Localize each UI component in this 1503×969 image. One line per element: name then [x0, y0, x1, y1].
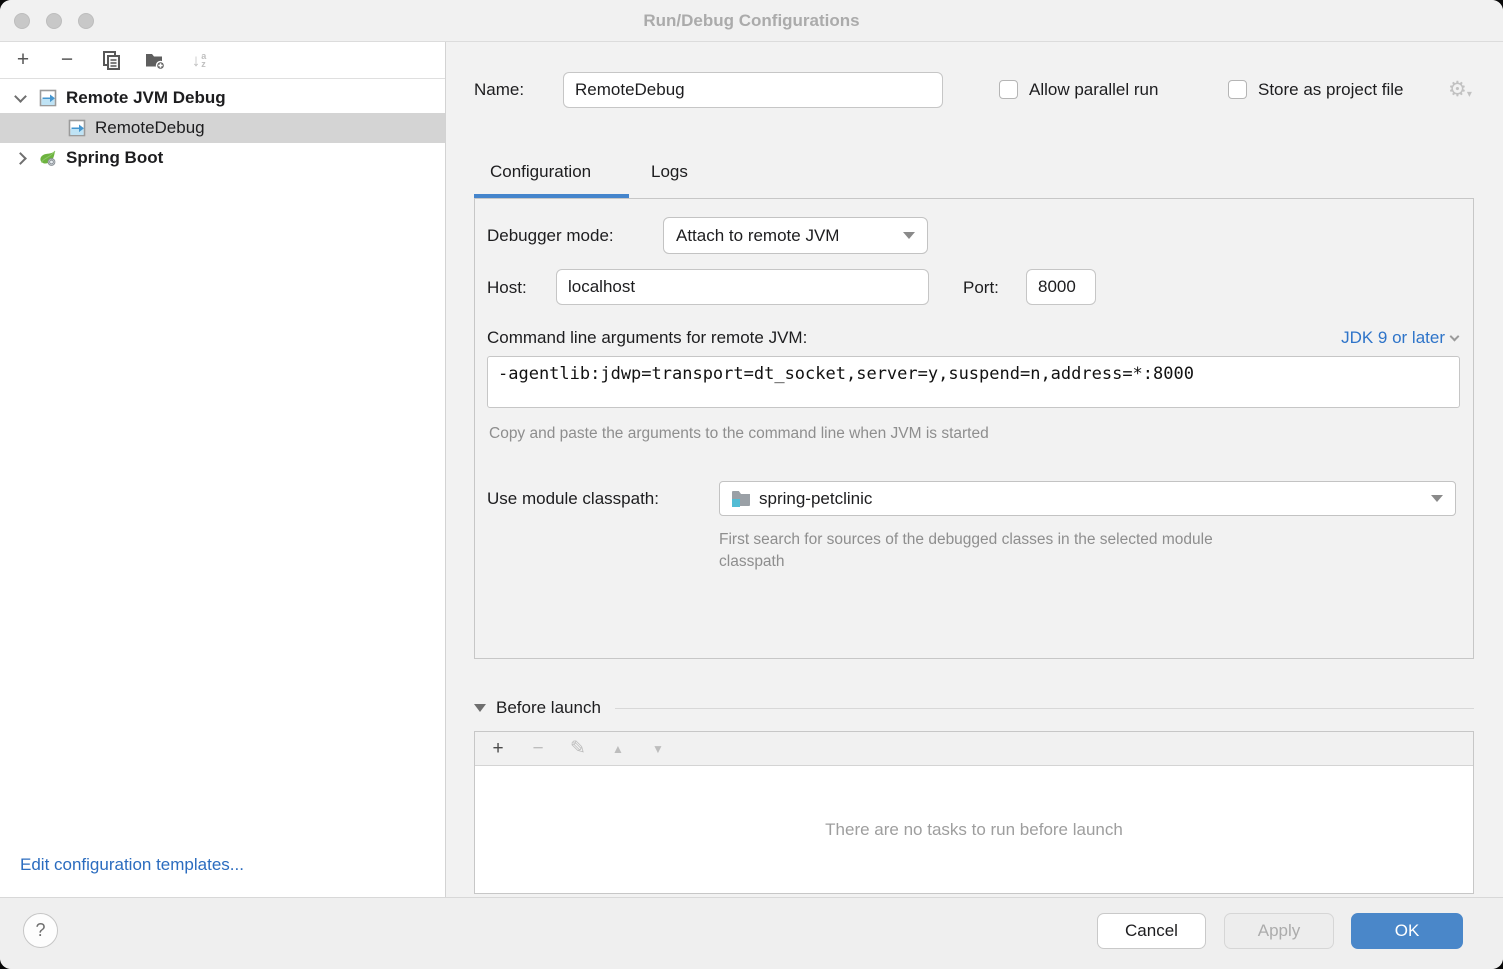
port-label: Port: [963, 278, 999, 298]
tree-item-remotedebug[interactable]: RemoteDebug [0, 113, 445, 143]
name-input[interactable] [563, 72, 943, 108]
edit-task-button[interactable]: ✎ [567, 737, 589, 760]
tree-item-label: Remote JVM Debug [66, 88, 226, 108]
title-bar: Run/Debug Configurations [0, 0, 1503, 42]
window-controls [14, 13, 94, 29]
tree-item-remote-jvm-debug[interactable]: Remote JVM Debug [0, 83, 445, 113]
plus-icon: + [492, 738, 503, 759]
store-as-project-file-label: Store as project file [1258, 80, 1404, 100]
debugger-mode-value: Attach to remote JVM [676, 226, 839, 246]
section-divider [615, 708, 1474, 709]
tree-item-label: Spring Boot [66, 148, 163, 168]
allow-parallel-run-checkbox[interactable] [999, 80, 1018, 99]
sort-alphabetically-icon: ↓ az [192, 52, 207, 69]
configurations-tree: Remote JVM Debug RemoteDebug Spring Boot [0, 79, 445, 173]
configurations-sidebar: + − ↓ az Remote JVM Debug [0, 42, 446, 897]
host-label: Host: [487, 278, 527, 298]
chevron-down-icon[interactable] [14, 90, 27, 103]
collapse-triangle-icon[interactable] [474, 704, 486, 712]
zoom-window-icon[interactable] [78, 13, 94, 29]
remote-jvm-debug-icon [39, 89, 57, 107]
tab-configuration[interactable]: Configuration [490, 162, 591, 182]
move-task-up-button[interactable]: ▲ [607, 742, 629, 756]
debugger-mode-dropdown[interactable]: Attach to remote JVM [663, 217, 928, 254]
edit-configuration-templates-link[interactable]: Edit configuration templates... [20, 855, 244, 875]
debugger-mode-label: Debugger mode: [487, 226, 614, 246]
minus-icon: − [532, 738, 543, 759]
arrow-up-icon: ▲ [612, 742, 624, 756]
remove-configuration-button[interactable]: − [56, 49, 78, 71]
store-options-gear-icon[interactable]: ⚙▾ [1448, 79, 1472, 100]
cmdline-label: Command line arguments for remote JVM: [487, 328, 807, 348]
ok-button[interactable]: OK [1351, 913, 1463, 949]
copy-icon [101, 50, 121, 70]
port-input[interactable] [1026, 269, 1096, 305]
dropdown-arrow-icon [903, 232, 915, 239]
before-launch-header: Before launch [474, 698, 1474, 718]
jdk-version-selector[interactable]: JDK 9 or later [1341, 328, 1458, 348]
dropdown-arrow-icon [1431, 495, 1443, 502]
host-input[interactable] [556, 269, 929, 305]
minus-icon: − [61, 48, 73, 72]
allow-parallel-run-label: Allow parallel run [1029, 80, 1158, 100]
tab-logs[interactable]: Logs [651, 162, 688, 182]
before-launch-title: Before launch [496, 698, 601, 718]
remote-jvm-debug-icon [68, 119, 86, 137]
arrow-down-icon: ▼ [652, 742, 664, 756]
dialog-title: Run/Debug Configurations [643, 11, 859, 31]
before-launch-toolbar: + − ✎ ▲ ▼ [475, 732, 1473, 766]
chevron-right-icon[interactable] [14, 152, 27, 165]
question-mark-icon: ? [35, 920, 45, 941]
cancel-button[interactable]: Cancel [1097, 913, 1206, 949]
new-folder-button[interactable] [144, 49, 166, 71]
before-launch-box: + − ✎ ▲ ▼ There are no tasks to run befo… [474, 731, 1474, 894]
close-window-icon[interactable] [14, 13, 30, 29]
chevron-down-icon [1450, 332, 1460, 342]
cmdline-arguments-field[interactable]: -agentlib:jdwp=transport=dt_socket,serve… [487, 356, 1460, 408]
sidebar-toolbar: + − ↓ az [0, 42, 445, 79]
classpath-value: spring-petclinic [759, 489, 872, 509]
cmdline-hint: Copy and paste the arguments to the comm… [489, 425, 989, 443]
help-button[interactable]: ? [23, 913, 58, 948]
name-label: Name: [474, 80, 524, 100]
tree-item-label: RemoteDebug [95, 118, 205, 138]
dialog-footer: ? Cancel Apply OK [0, 897, 1503, 969]
tree-item-spring-boot[interactable]: Spring Boot [0, 143, 445, 173]
apply-button[interactable]: Apply [1224, 913, 1334, 949]
module-classpath-dropdown[interactable]: spring-petclinic [719, 481, 1456, 516]
copy-configuration-button[interactable] [100, 49, 122, 71]
minimize-window-icon[interactable] [46, 13, 62, 29]
add-configuration-button[interactable]: + [12, 49, 34, 71]
run-debug-configurations-dialog: Run/Debug Configurations + − ↓ az [0, 0, 1503, 969]
module-folder-icon [732, 491, 750, 506]
sort-configurations-button[interactable]: ↓ az [188, 49, 210, 71]
plus-icon: + [17, 48, 29, 72]
before-launch-empty-message: There are no tasks to run before launch [475, 766, 1473, 894]
add-task-button[interactable]: + [487, 738, 509, 760]
classpath-hint: First search for sources of the debugged… [719, 529, 1224, 573]
pencil-icon: ✎ [570, 737, 586, 759]
spring-boot-icon [39, 149, 57, 167]
remove-task-button[interactable]: − [527, 738, 549, 760]
new-folder-icon [145, 51, 166, 70]
classpath-label: Use module classpath: [487, 489, 659, 509]
store-as-project-file-checkbox[interactable] [1228, 80, 1247, 99]
move-task-down-button[interactable]: ▼ [647, 742, 669, 756]
